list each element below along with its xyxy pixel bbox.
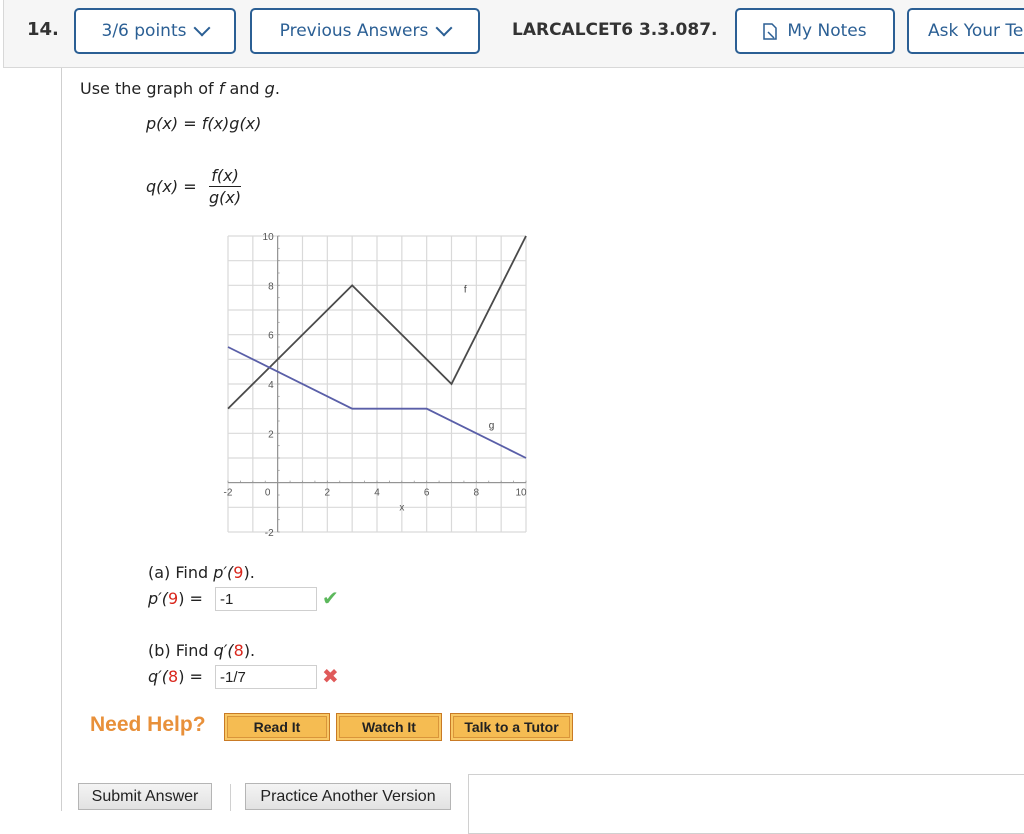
practice-another-version-button[interactable]: Practice Another Version [245, 783, 451, 810]
x-tick-label: 10 [515, 488, 527, 499]
x-tick-label: 4 [374, 488, 380, 499]
part-a-lhs-func: p′( [148, 589, 169, 608]
x-tick-label: 2 [325, 488, 331, 499]
part-b-answer-input[interactable] [215, 665, 317, 689]
part-b-arg: 8 [233, 641, 244, 660]
watch-it-button[interactable]: Watch It [336, 713, 442, 741]
action-divider [230, 784, 231, 811]
submit-answer-button[interactable]: Submit Answer [78, 783, 212, 810]
part-a-func: p′( [213, 563, 234, 582]
part-a-close: ). [243, 563, 255, 582]
part-a-lhs-close: ) = [178, 589, 203, 608]
x-tick-label: -2 [224, 488, 233, 499]
series-label-f: f [464, 285, 467, 296]
part-a-arg: 9 [233, 563, 244, 582]
part-b-prompt: (b) Find q′(8). [148, 641, 255, 660]
check-icon: ✔ [322, 586, 339, 610]
part-b-prefix: (b) Find [148, 641, 214, 660]
x-mark-icon: ✖ [322, 664, 339, 688]
part-a-answer-input[interactable] [215, 587, 317, 611]
part-b-close: ). [243, 641, 256, 660]
need-help-label: Need Help? [90, 713, 206, 736]
part-a-lhs-arg: 9 [168, 589, 179, 608]
y-tick-label: -2 [265, 528, 274, 539]
x-axis-label: x [399, 503, 404, 514]
y-tick-label: 10 [263, 232, 275, 243]
part-b-func: q′( [213, 641, 234, 660]
y-tick-label: 6 [268, 331, 274, 342]
part-b-lhs-arg: 8 [168, 667, 179, 686]
part-b-label: q′(8) = [148, 667, 203, 686]
read-it-button[interactable]: Read It [224, 713, 330, 741]
y-tick-label: 8 [268, 281, 274, 292]
y-tick-label: 2 [268, 429, 274, 440]
part-b-lhs-close: ) = [178, 667, 203, 686]
part-a-label: p′(9) = [148, 589, 203, 608]
x-tick-label: 0 [265, 488, 271, 499]
y-tick-label: 4 [268, 380, 274, 391]
part-a-prompt: (a) Find p′(9). [148, 563, 255, 582]
x-tick-label: 8 [474, 488, 480, 499]
feedback-box [468, 774, 1024, 834]
series-label-g: g [489, 420, 495, 431]
part-a-prefix: (a) Find [148, 563, 214, 582]
part-b-lhs-func: q′( [148, 667, 169, 686]
graph-f-g: -2 0 2 4 6 8 10 -2 2 4 6 8 10 x f g [224, 232, 527, 539]
x-tick-label: 6 [424, 488, 430, 499]
talk-to-tutor-button[interactable]: Talk to a Tutor [450, 713, 573, 741]
